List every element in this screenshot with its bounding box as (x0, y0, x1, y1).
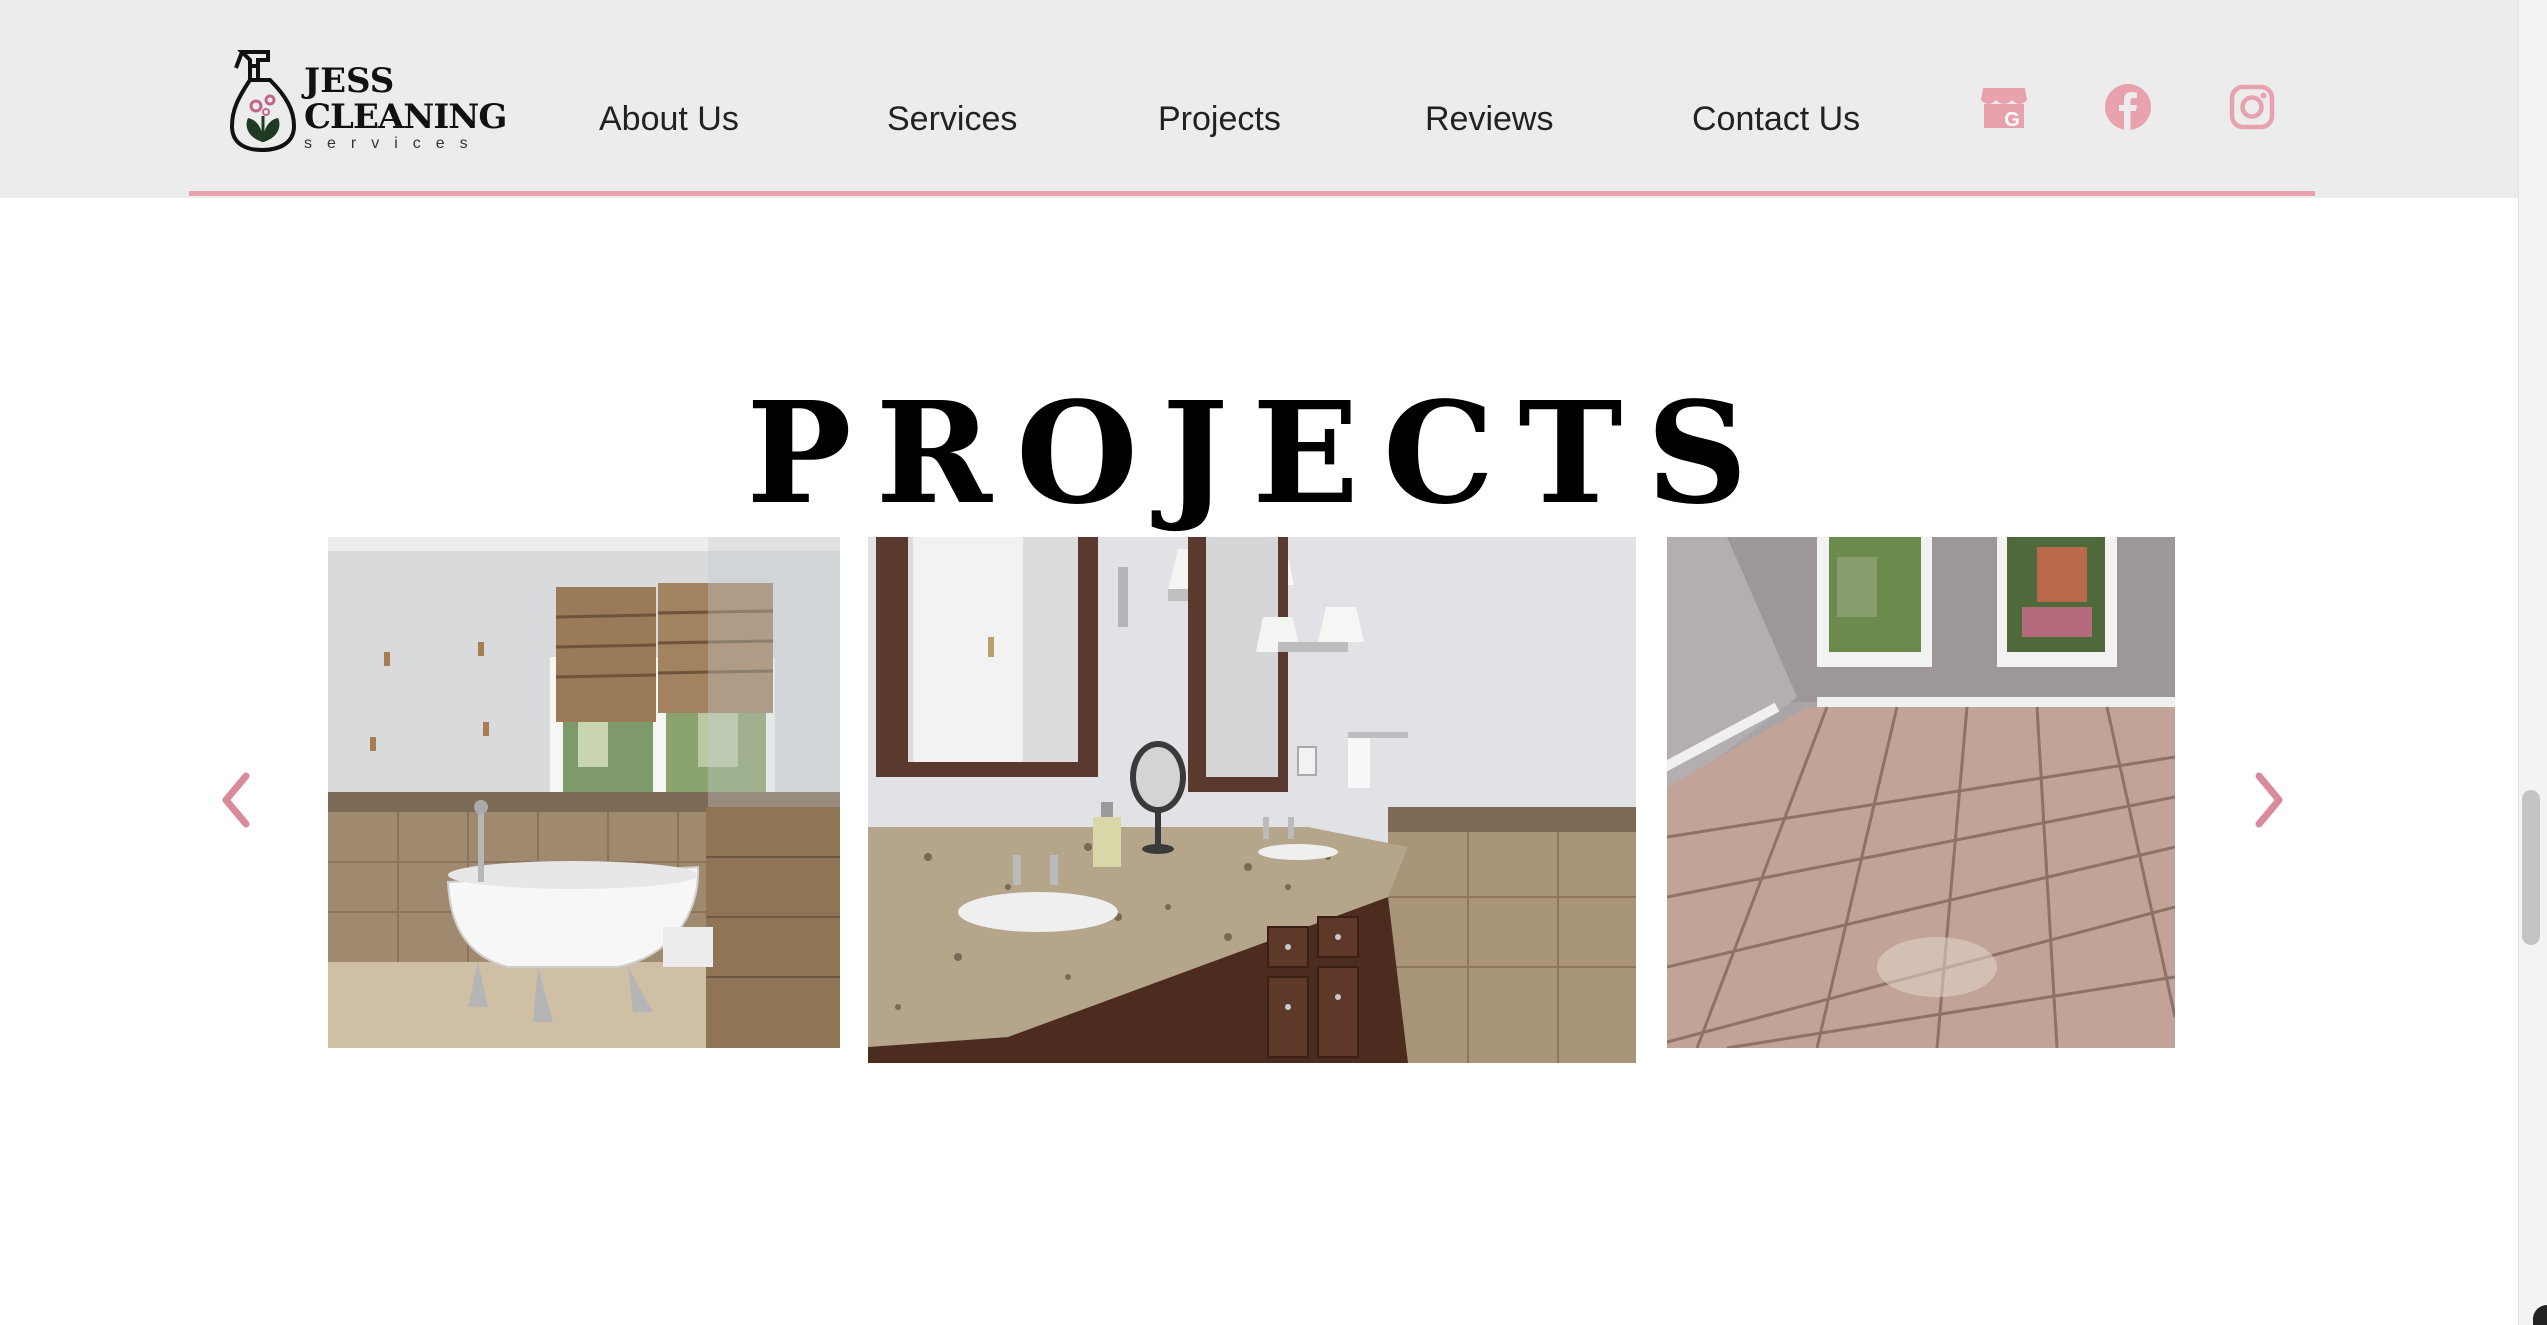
site-header: JESS CLEANING services About Us Services… (0, 0, 2518, 198)
page-scrollbar-thumb[interactable] (2522, 790, 2540, 945)
instagram-icon[interactable] (2227, 82, 2277, 132)
nav-about-us[interactable]: About Us (599, 100, 739, 139)
tiled-floor-photo (1667, 537, 2175, 1048)
spray-bottle-logo-icon (229, 50, 297, 153)
project-slide-2[interactable] (868, 537, 1636, 1063)
header-divider (189, 191, 2315, 196)
nav-reviews[interactable]: Reviews (1425, 100, 1553, 139)
nav-contact-us[interactable]: Contact Us (1692, 100, 1860, 139)
page-scrollbar-track[interactable] (2518, 0, 2547, 1325)
logo-name-line1: JESS (304, 61, 395, 101)
google-business-icon[interactable]: G (1979, 82, 2029, 132)
project-slide-1[interactable] (328, 537, 840, 1048)
svg-text:G: G (2004, 109, 2020, 131)
facebook-icon[interactable] (2103, 82, 2153, 132)
project-slide-3[interactable] (1667, 537, 2175, 1048)
bathroom-tub-photo (328, 537, 840, 1048)
carousel-prev-arrow[interactable] (216, 770, 256, 830)
carousel-next-arrow[interactable] (2249, 770, 2289, 830)
logo-tagline: services (304, 135, 483, 152)
section-title: PROJECTS (746, 371, 1772, 536)
site-logo[interactable]: JESS CLEANING services (228, 46, 507, 156)
nav-projects[interactable]: Projects (1158, 100, 1281, 139)
nav-services[interactable]: Services (887, 100, 1017, 139)
bathroom-vanity-photo (868, 537, 1636, 1063)
logo-name-line2: CLEANING (304, 97, 507, 137)
